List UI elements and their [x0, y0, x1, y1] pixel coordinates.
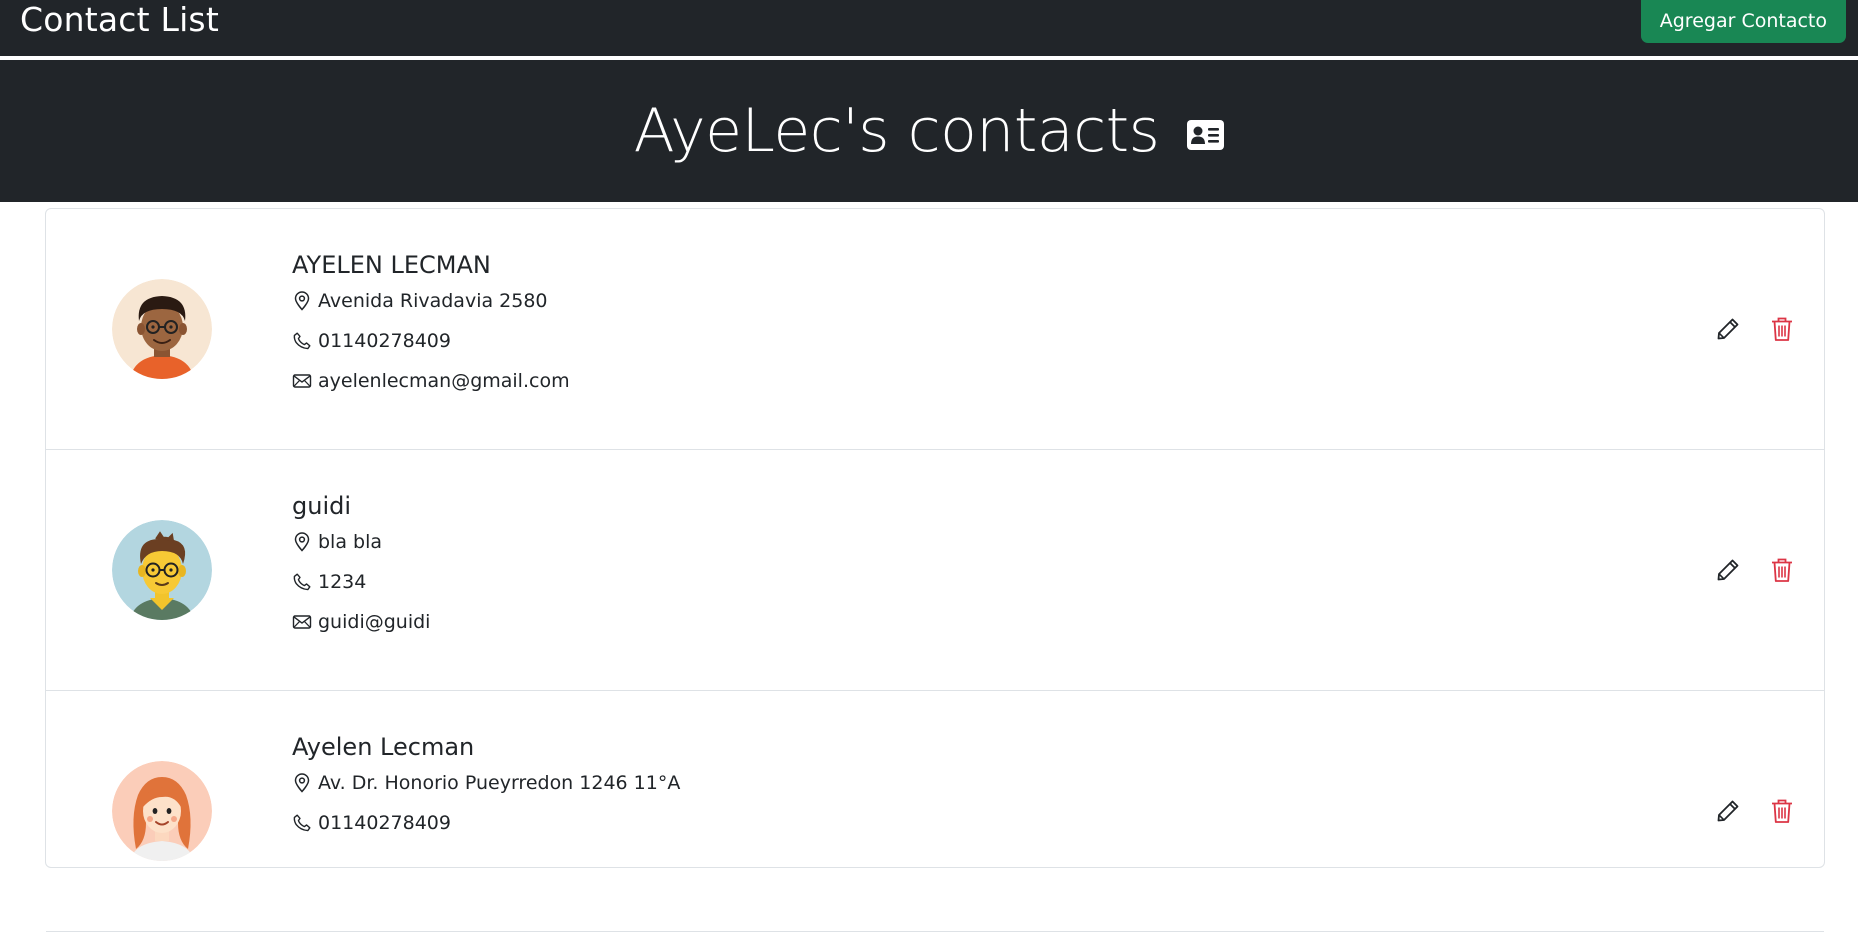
contact-phone-text: 01140278409	[318, 812, 451, 834]
contact-address-text: Avenida Rivadavia 2580	[318, 290, 548, 312]
contact-address: Avenida Rivadavia 2580	[292, 289, 548, 313]
contact-name: Ayelen Lecman	[292, 733, 475, 761]
contact-address-text: Av. Dr. Honorio Pueyrredon 1246 11°A	[318, 772, 681, 794]
contact-card-icon	[1187, 120, 1225, 150]
contact-email: ayelenlecman@gmail.com	[292, 369, 570, 393]
delete-button[interactable]	[1766, 795, 1798, 827]
avatar-man-yellow-glasses-icon	[112, 520, 212, 620]
contact-name: AYELEN LECMAN	[292, 251, 491, 279]
contact-name: guidi	[292, 492, 352, 520]
pencil-icon	[1717, 318, 1739, 340]
contact-phone-text: 01140278409	[318, 330, 451, 352]
location-pin-icon	[292, 773, 312, 793]
pencil-icon	[1717, 559, 1739, 581]
contact-email-text[interactable]: guidi@guidi	[318, 611, 430, 633]
location-pin-icon	[292, 532, 312, 552]
contact-email: guidi@guidi	[292, 610, 430, 634]
trash-icon	[1772, 558, 1792, 582]
envelope-icon	[292, 612, 312, 632]
contact-item: AYELEN LECMAN Avenida Rivadavia 2580 011…	[46, 209, 1824, 450]
phone-icon	[292, 331, 312, 351]
avatar	[112, 279, 212, 379]
envelope-icon	[292, 371, 312, 391]
page-header: AyeLec's contacts	[0, 60, 1858, 202]
contact-item: Ayelen Lecman Av. Dr. Honorio Pueyrredon…	[46, 691, 1824, 932]
trash-icon	[1772, 317, 1792, 341]
contact-item: guidi bla bla 1234 guidi@guidi	[46, 450, 1824, 691]
trash-icon	[1772, 799, 1792, 823]
contact-email-text[interactable]: ayelenlecman@gmail.com	[318, 370, 570, 392]
add-contact-button[interactable]: Agregar Contacto	[1640, 0, 1846, 43]
location-pin-icon	[292, 291, 312, 311]
edit-button[interactable]	[1712, 554, 1744, 586]
page-title: AyeLec's contacts	[633, 96, 1160, 166]
contact-list: AYELEN LECMAN Avenida Rivadavia 2580 011…	[45, 208, 1825, 932]
navbar-brand[interactable]: Contact List	[20, 0, 219, 44]
avatar	[112, 761, 212, 861]
contact-address: Av. Dr. Honorio Pueyrredon 1246 11°A	[292, 771, 680, 795]
edit-button[interactable]	[1712, 795, 1744, 827]
edit-button[interactable]	[1712, 313, 1744, 345]
avatar-man-glasses-icon	[112, 279, 212, 379]
pencil-icon	[1717, 800, 1739, 822]
avatar	[112, 520, 212, 620]
contact-phone: 1234	[292, 570, 366, 594]
navbar: Contact List Agregar Contacto	[0, 0, 1858, 56]
contact-address-text: bla bla	[318, 531, 383, 553]
phone-icon	[292, 572, 312, 592]
phone-icon	[292, 813, 312, 833]
contact-phone: 01140278409	[292, 811, 451, 835]
delete-button[interactable]	[1766, 313, 1798, 345]
contact-address: bla bla	[292, 530, 382, 554]
contact-phone-text: 1234	[318, 571, 367, 593]
delete-button[interactable]	[1766, 554, 1798, 586]
avatar-woman-red-hair-icon	[112, 761, 212, 861]
contact-phone: 01140278409	[292, 329, 451, 353]
